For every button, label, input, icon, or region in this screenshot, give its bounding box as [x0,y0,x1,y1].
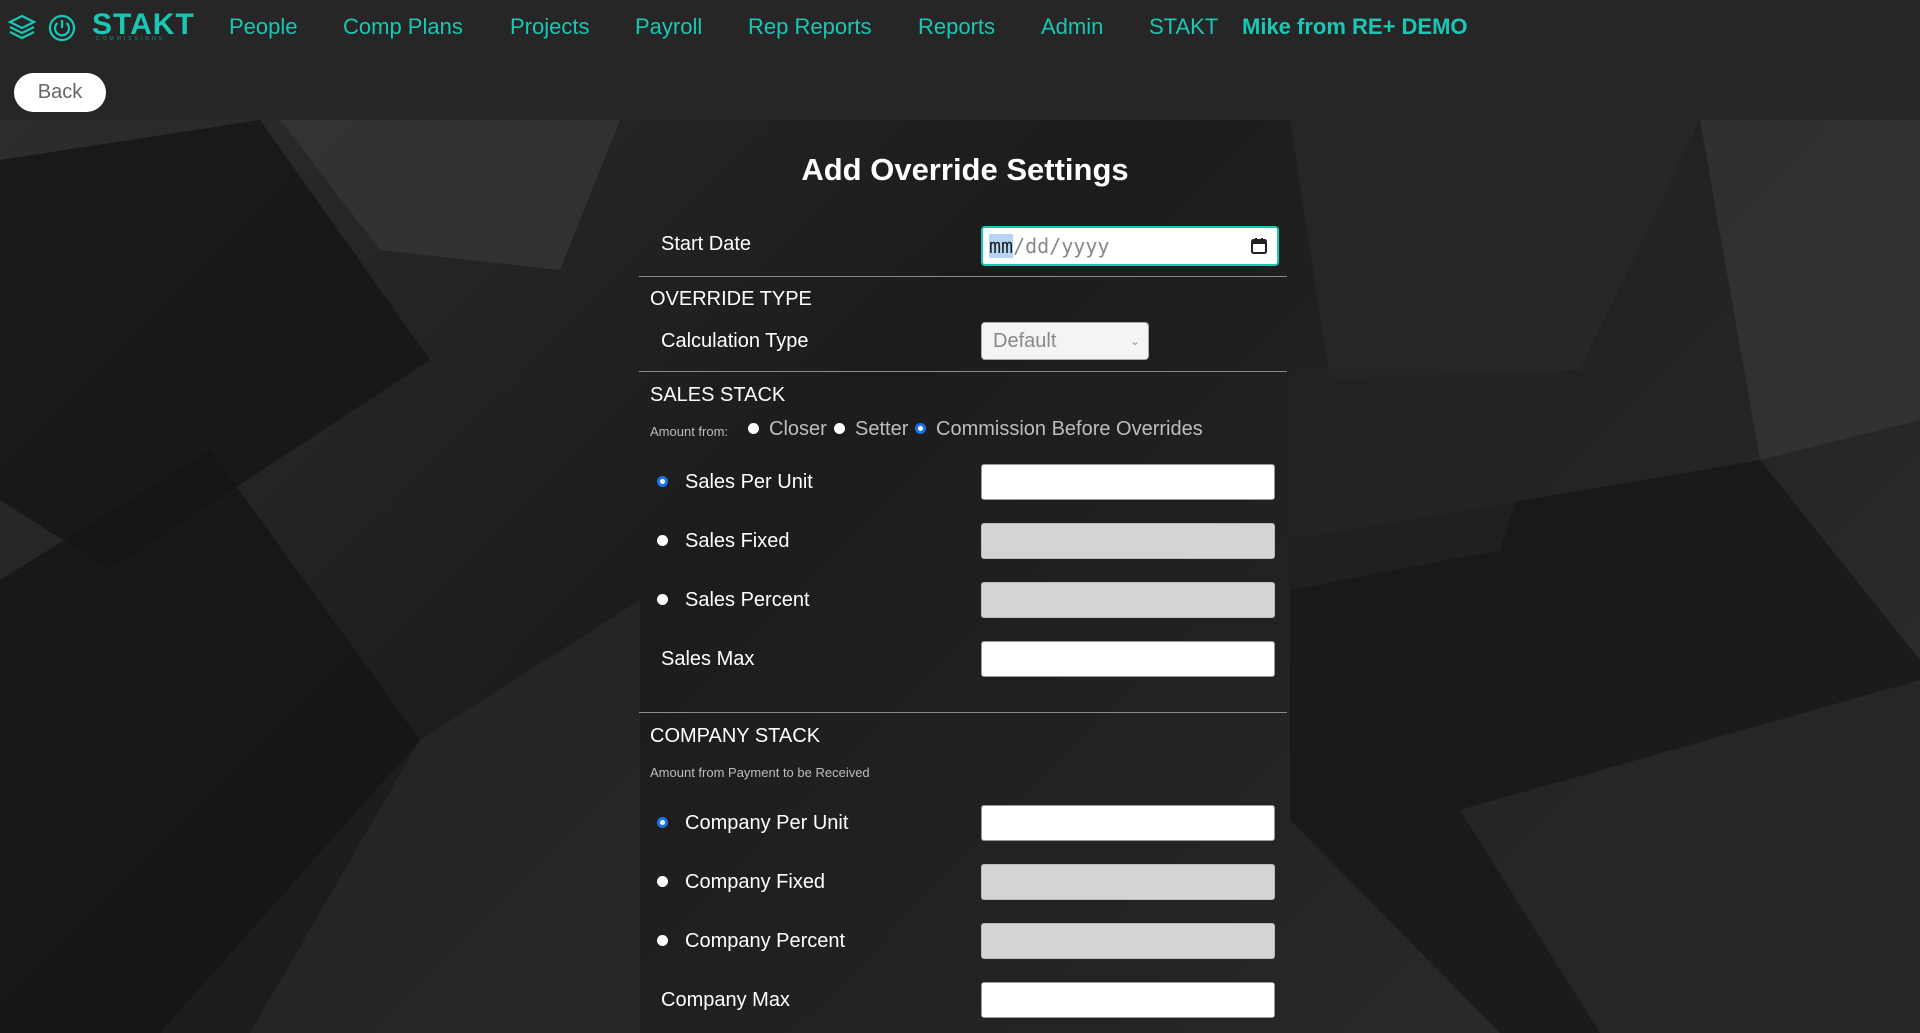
calculation-type-value: Default [993,329,1057,352]
amount-from-commission-label[interactable]: Commission Before Overrides [936,418,1203,441]
top-bar: STAKT COMMISSIONS People Comp Plans Proj… [0,0,1920,120]
divider [639,371,1287,372]
divider [639,276,1287,277]
sales-stack-title: SALES STACK [650,384,786,406]
chevron-down-icon: ⌄ [1129,334,1140,348]
nav-projects[interactable]: Projects [510,14,589,40]
company-fixed-input[interactable] [981,864,1275,900]
company-per-unit-input[interactable] [981,805,1275,841]
sales-percent-input[interactable] [981,582,1275,618]
nav-rep-reports[interactable]: Rep Reports [748,14,872,40]
sales-per-unit-radio[interactable] [657,476,668,487]
company-percent-input[interactable] [981,923,1275,959]
amount-from-closer-radio[interactable] [748,423,759,434]
company-percent-radio[interactable] [657,935,668,946]
sales-percent-label: Sales Percent [685,589,810,611]
company-max-input[interactable] [981,982,1275,1018]
sales-percent-radio[interactable] [657,594,668,605]
company-per-unit-radio[interactable] [657,817,668,828]
nav-reports[interactable]: Reports [918,14,995,40]
sales-max-label: Sales Max [661,648,755,670]
company-fixed-label: Company Fixed [685,871,826,893]
calculation-type-label: Calculation Type [661,330,809,352]
back-button[interactable]: Back [14,73,106,112]
nav-admin[interactable]: Admin [1041,14,1103,40]
amount-from-setter-label[interactable]: Setter [855,418,908,441]
stakt-logo-subtitle: COMMISSIONS [96,36,166,42]
company-percent-label: Company Percent [685,930,846,952]
start-date-input[interactable]: mm/dd/yyyy [981,226,1279,266]
nav-comp-plans[interactable]: Comp Plans [343,14,463,40]
abstract-paper-background [0,120,1920,1033]
override-type-title: OVERRIDE TYPE [650,288,812,310]
divider [639,712,1287,713]
start-date-label: Start Date [661,233,752,255]
company-note: Amount from Payment to be Received [650,765,870,780]
nav-stakt[interactable]: STAKT [1149,14,1218,40]
amount-from-label: Amount from: [650,424,729,439]
amount-from-closer-label[interactable]: Closer [769,418,827,441]
sales-max-input[interactable] [981,641,1275,677]
company-max-label: Company Max [661,989,790,1011]
sales-fixed-radio[interactable] [657,535,668,546]
amount-from-setter-radio[interactable] [834,423,845,434]
company-per-unit-label: Company Per Unit [685,812,849,834]
date-rest-segment[interactable]: /dd/yyyy [1013,234,1109,258]
sales-fixed-label: Sales Fixed [685,530,790,552]
power-icon[interactable] [47,13,77,43]
sales-per-unit-input[interactable] [981,464,1275,500]
date-month-segment[interactable]: mm [989,234,1014,258]
sales-per-unit-label: Sales Per Unit [685,471,813,493]
calendar-icon[interactable] [1249,236,1269,256]
background-pattern [0,120,1920,1033]
page-title: Add Override Settings [801,152,1129,187]
nav-payroll[interactable]: Payroll [635,14,702,40]
nav-people[interactable]: People [229,14,298,40]
company-stack-title: COMPANY STACK [650,725,821,747]
calculation-type-select[interactable]: Default ⌄ [981,322,1149,360]
layers-logo-icon [7,14,37,40]
company-fixed-radio[interactable] [657,876,668,887]
user-company-label[interactable]: Mike from RE+ DEMO [1242,14,1468,40]
amount-from-commission-radio[interactable] [915,423,926,434]
sales-fixed-input[interactable] [981,523,1275,559]
